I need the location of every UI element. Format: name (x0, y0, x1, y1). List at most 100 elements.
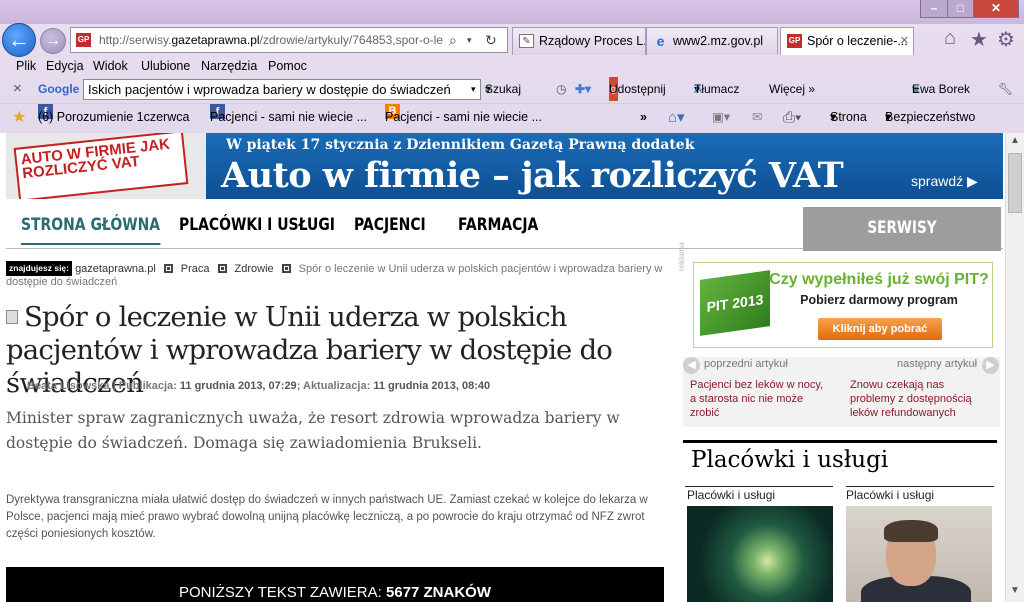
scroll-up-icon[interactable]: ▲ (1010, 135, 1020, 146)
close-tab-icon[interactable]: ✕ (900, 28, 909, 54)
menu-narzedzia[interactable]: Narzędzia (201, 56, 257, 76)
site-favicon-icon: GP (76, 33, 91, 47)
update-date: 11 grudnia 2013, 08:40 (373, 380, 491, 392)
home-icon[interactable]: ⌂ (944, 27, 956, 50)
separator-icon (163, 264, 173, 273)
promo-banner[interactable]: AUTO W FIRMIE JAK ROZLICZYĆ VAT W piątek… (6, 133, 1003, 199)
wrench-icon[interactable]: 🔧︎ (998, 77, 1013, 101)
nav-pacjenci[interactable]: PACJENCI (354, 215, 426, 235)
tab-rzadowy-proces[interactable]: ✎ Rządowy Proces L... (512, 27, 646, 55)
nav-placowki[interactable]: PLACÓWKI I USŁUGI (179, 215, 335, 235)
google-toolbar: × Google Iskich pacjentów i wprowadza ba… (0, 77, 1024, 102)
pit-box-image: PIT 2013 (700, 270, 770, 336)
home-menu-icon[interactable]: ⌂▾ (668, 104, 685, 131)
page-menu[interactable]: Strona ▾ (830, 104, 867, 131)
dropdown-icon[interactable]: ▾ (471, 77, 476, 101)
prev-article-label: poprzedni artykuł (704, 358, 788, 370)
next-article-link[interactable]: Znowu czekają nas problemy z dostępności… (850, 378, 990, 420)
favorites-bar: ★ f (6) Porozumienie 1czerwca f Pacjenci -… (0, 103, 1024, 131)
menu-plik[interactable]: Plik (16, 56, 36, 76)
banner-image-text: AUTO W FIRMIE JAK ROZLICZYĆ VAT (13, 133, 189, 199)
banner-subtitle: W piątek 17 stycznia z Dziennikiem Gazet… (226, 137, 695, 153)
gp-icon: GP (787, 34, 802, 48)
separator-icon (217, 264, 227, 273)
settings-gear-icon[interactable]: ⚙ (997, 27, 1015, 52)
close-toolbar-button[interactable]: × (13, 77, 22, 101)
ad-headline: Czy wypełniłeś już swój PIT? (769, 271, 989, 288)
banner-cta[interactable]: sprawdź ▶ (911, 173, 978, 190)
site-navigation: STRONA GŁÓWNA PLACÓWKI I USŁUGI PACJENCI… (6, 207, 1003, 281)
url-prefix: http://serwisy. (99, 33, 172, 47)
divider (685, 486, 833, 487)
minister-photo[interactable] (846, 506, 992, 602)
favorites-star-icon[interactable]: ★ (970, 27, 988, 52)
favorites-overflow[interactable]: » (640, 104, 647, 131)
translate-button[interactable]: A Tłumacz ▾ (694, 77, 739, 101)
google-logo: Google (38, 82, 80, 96)
url-domain: gazetaprawna.pl (171, 33, 260, 47)
dropdown-icon[interactable]: ▾ (467, 28, 472, 52)
article-navigation: ◀ poprzedni artykuł następny artykuł ▶ P… (683, 357, 1000, 427)
pit-advertisement[interactable]: PIT 2013 Czy wypełniłeś już swój PIT? Po… (693, 262, 993, 348)
menu-ulubione[interactable]: Ulubione (141, 56, 190, 76)
separator-icon (281, 264, 291, 273)
rss-feed-icon[interactable]: ▣▾ (712, 104, 730, 131)
breadcrumb-link[interactable]: Zdrowie (235, 263, 274, 275)
title-bar: – □ ✕ (0, 0, 1024, 24)
minimize-button[interactable]: – (920, 0, 948, 18)
embryo-photo[interactable] (687, 506, 833, 602)
category-label[interactable]: Placówki i usługi (687, 488, 775, 502)
tab-mz-gov[interactable]: e www2.mz.gov.pl (646, 27, 778, 55)
more-button[interactable]: Więcej » (769, 77, 815, 101)
google-search-button[interactable]: ▪ Szukaj ▾ (485, 77, 521, 101)
forward-button[interactable]: → (40, 28, 66, 54)
plus-icon[interactable]: ✚▾ (575, 77, 591, 101)
prev-article-link[interactable]: Pacjenci bez leków w nocy, a starosta ni… (690, 378, 830, 420)
mail-icon[interactable]: ✉ (752, 104, 762, 131)
print-icon[interactable]: ⎙▾ (783, 104, 801, 131)
menu-pomoc[interactable]: Pomoc (268, 56, 307, 76)
arrow-left-icon: ← (8, 27, 30, 52)
back-button[interactable]: ← (2, 23, 36, 57)
banner-image: AUTO W FIRMIE JAK ROZLICZYĆ VAT (6, 133, 206, 199)
address-bar[interactable]: GP http://serwisy.gazetaprawna.pl/zdrowi… (70, 27, 508, 53)
category-label[interactable]: Placówki i usługi (846, 488, 934, 502)
menu-bar: Plik Edycja Widok Ulubione Narzędzia Pom… (0, 56, 1024, 77)
section-title: Placówki i usługi (691, 447, 889, 473)
menu-edycja[interactable]: Edycja (46, 56, 84, 76)
photo-hair (884, 520, 938, 542)
nav-serwisy-tematyczne[interactable]: SERWISY TEMATYCZNE (803, 207, 1001, 281)
article-lead: Minister spraw zagranicznych uważa, że r… (6, 409, 620, 452)
user-menu[interactable]: ■ Ewa Borek ▾ (912, 77, 970, 101)
clock-icon[interactable]: ◷ (556, 77, 566, 101)
menu-widok[interactable]: Widok (93, 56, 128, 76)
nav-strona-glowna[interactable]: STRONA GŁÓWNA (21, 215, 161, 245)
nav-farmacja[interactable]: FARMACJA (458, 215, 538, 235)
next-article-label: następny artykuł (897, 358, 978, 370)
close-window-button[interactable]: ✕ (973, 0, 1019, 18)
add-favorite-star-icon[interactable]: ★ (12, 104, 26, 131)
publication-date: 11 grudnia 2013, 07:29 (179, 380, 297, 392)
next-arrow-icon[interactable]: ▶ (982, 357, 999, 374)
author: Beata Lisowska (27, 380, 110, 392)
prev-arrow-icon[interactable]: ◀ (683, 357, 700, 374)
scroll-thumb[interactable] (1008, 153, 1022, 213)
refresh-icon[interactable]: ↻ (485, 28, 497, 52)
breadcrumb: znajdujesz się: gazetaprawna.pl Praca Zdro… (6, 261, 666, 289)
tab-label: www2.mz.gov.pl (673, 34, 764, 48)
ad-download-button[interactable]: Kliknij aby pobrać (818, 318, 942, 340)
vertical-scrollbar[interactable]: ▲ ▼ (1005, 133, 1024, 602)
document-icon: ✎ (519, 34, 534, 48)
maximize-button[interactable]: □ (947, 0, 974, 18)
scroll-down-icon[interactable]: ▼ (1010, 585, 1020, 596)
breadcrumb-link[interactable]: Praca (181, 263, 210, 275)
ad-label: reklama (677, 242, 686, 271)
tab-spor-o-leczenie[interactable]: GP Spór o leczenie-... ✕ (780, 27, 914, 55)
breadcrumb-link[interactable]: gazetaprawna.pl (75, 263, 156, 275)
search-icon[interactable]: ⌕ (449, 28, 457, 52)
google-search-input[interactable]: Iskich pacjentów i wprowadza bariery w d… (83, 79, 481, 100)
security-menu[interactable]: Bezpieczeństwo ▾ (885, 104, 975, 131)
arrow-right-icon: → (45, 32, 61, 49)
character-count: 5677 ZNAKÓW (385, 584, 492, 601)
paywall-box: PONIŻSZY TEKST ZAWIERA: 5677 ZNAKÓW (6, 567, 664, 602)
